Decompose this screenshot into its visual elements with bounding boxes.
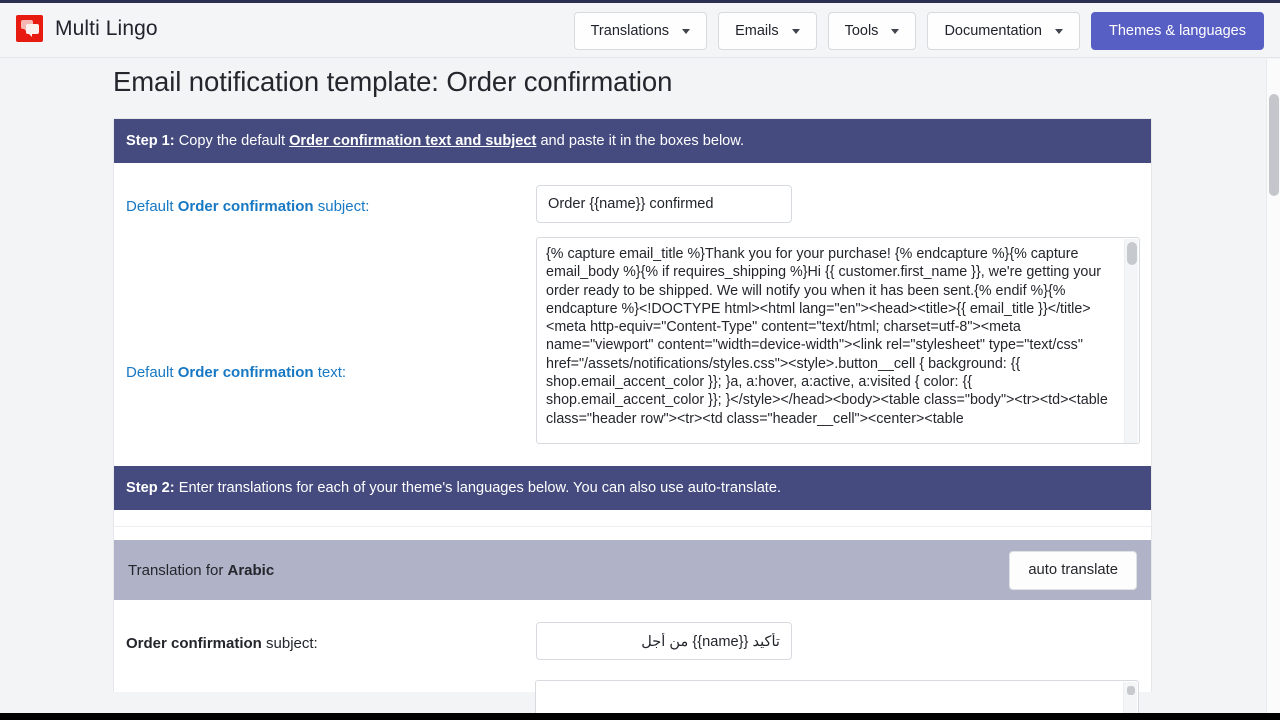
translation-label: Translation for Arabic bbox=[128, 562, 274, 579]
nav-button-translations[interactable]: Translations bbox=[573, 12, 708, 50]
nav-button-emails[interactable]: Emails bbox=[718, 12, 817, 50]
step2-text: Enter translations for each of your them… bbox=[174, 480, 782, 496]
default-text-control: {% capture email_title %}Thank you for y… bbox=[536, 237, 1140, 444]
step1-text-before: Copy the default bbox=[174, 133, 290, 149]
label-suffix: subject: bbox=[261, 635, 318, 652]
arabic-subject-row: Order confirmation subject: bbox=[114, 622, 1151, 660]
chevron-down-icon bbox=[1054, 28, 1063, 34]
default-subject-input[interactable] bbox=[536, 185, 792, 223]
nav-label: Themes & languages bbox=[1108, 23, 1246, 39]
textarea-scrollbar[interactable] bbox=[1124, 239, 1138, 443]
brand[interactable]: Multi Lingo bbox=[16, 15, 158, 42]
default-subject-label: Default Order confirmation subject: bbox=[126, 185, 536, 217]
label-prefix: Default bbox=[126, 198, 178, 215]
label-strong: Order confirmation bbox=[126, 635, 262, 652]
spacer bbox=[114, 510, 1151, 526]
step2-banner: Step 2: Enter translations for each of y… bbox=[114, 466, 1151, 510]
chevron-down-icon bbox=[891, 28, 900, 34]
template-card: Step 1: Copy the default Order confirmat… bbox=[113, 118, 1152, 720]
bottom-bar bbox=[0, 713, 1280, 720]
main-nav: Translations Emails Tools Documentation … bbox=[573, 12, 1264, 50]
default-text-textarea[interactable]: {% capture email_title %}Thank you for y… bbox=[536, 237, 1140, 444]
spacer bbox=[114, 660, 1151, 672]
step1-text-after: and paste it in the boxes below. bbox=[536, 133, 745, 149]
brand-name: Multi Lingo bbox=[55, 16, 158, 40]
translation-language: Arabic bbox=[227, 561, 275, 579]
nav-label: Emails bbox=[735, 23, 779, 39]
translation-header-arabic: Translation for Arabic auto translate bbox=[114, 540, 1151, 600]
nav-button-documentation[interactable]: Documentation bbox=[927, 12, 1080, 50]
app-root: Multi Lingo Translations Emails Tools Do… bbox=[0, 0, 1280, 720]
default-text-label: Default Order confirmation text: bbox=[126, 237, 536, 383]
scrollbar-thumb[interactable] bbox=[1127, 686, 1135, 695]
step1-link[interactable]: Order confirmation text and subject bbox=[289, 133, 536, 149]
arabic-subject-control bbox=[536, 622, 1139, 660]
step1-prefix: Step 1: bbox=[126, 133, 175, 149]
translation-label-prefix: Translation for bbox=[128, 561, 228, 579]
arabic-text-row bbox=[114, 672, 1151, 720]
nav-label: Tools bbox=[844, 23, 879, 39]
chevron-down-icon bbox=[682, 28, 691, 34]
label-suffix: subject: bbox=[313, 198, 370, 215]
arabic-subject-label: Order confirmation subject: bbox=[126, 622, 536, 654]
spacer bbox=[114, 163, 1151, 185]
spacer bbox=[114, 526, 1151, 540]
label-suffix: text: bbox=[313, 364, 347, 381]
page-title: Email notification template: Order confi… bbox=[113, 66, 673, 97]
app-header: Multi Lingo Translations Emails Tools Do… bbox=[0, 3, 1280, 58]
default-text-row: Default Order confirmation text: {% capt… bbox=[114, 237, 1151, 444]
spacer bbox=[114, 600, 1151, 622]
spacer bbox=[114, 223, 1151, 237]
page-scrollbar[interactable] bbox=[1266, 59, 1280, 720]
nav-button-themes-languages[interactable]: Themes & languages bbox=[1090, 12, 1264, 50]
default-subject-control bbox=[536, 185, 1139, 223]
auto-translate-button[interactable]: auto translate bbox=[1009, 550, 1137, 590]
step2-prefix: Step 2: bbox=[126, 480, 175, 496]
step1-banner: Step 1: Copy the default Order confirmat… bbox=[114, 119, 1151, 163]
scrollbar-thumb[interactable] bbox=[1127, 242, 1137, 265]
default-subject-row: Default Order confirmation subject: bbox=[114, 185, 1151, 223]
page-scrollbar-thumb[interactable] bbox=[1269, 94, 1279, 196]
label-strong: Order confirmation bbox=[177, 198, 314, 215]
nav-label: Documentation bbox=[944, 23, 1042, 39]
nav-button-tools[interactable]: Tools bbox=[827, 12, 917, 50]
chat-bubbles-icon bbox=[16, 15, 43, 42]
label-prefix: Default bbox=[126, 364, 178, 381]
chevron-down-icon bbox=[791, 28, 800, 34]
label-strong: Order confirmation bbox=[177, 364, 314, 381]
arabic-subject-input[interactable] bbox=[536, 622, 792, 660]
spacer bbox=[114, 444, 1151, 466]
default-text-value: {% capture email_title %}Thank you for y… bbox=[546, 246, 1108, 427]
page-viewport: Email notification template: Order confi… bbox=[0, 59, 1266, 720]
nav-label: Translations bbox=[590, 23, 670, 39]
